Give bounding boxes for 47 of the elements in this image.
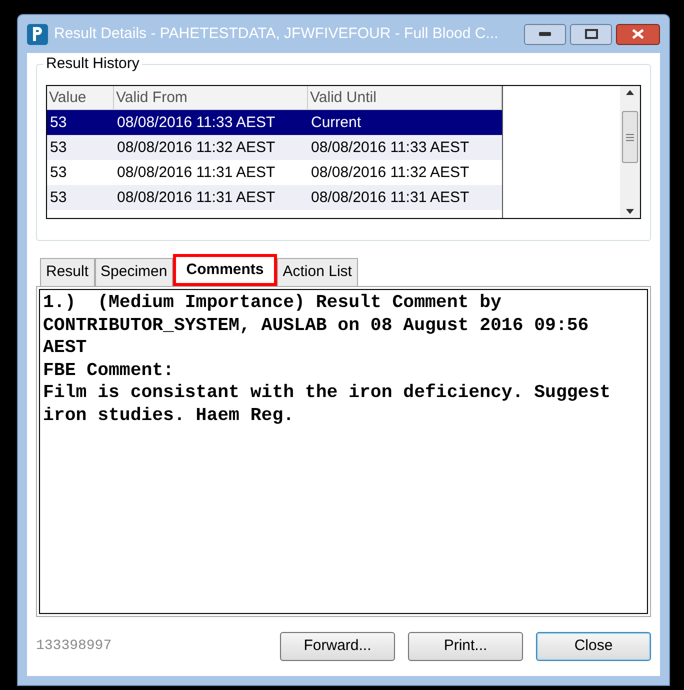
comment-line: FBE Comment: bbox=[43, 360, 175, 382]
comment-line: iron studies. Haem Reg. bbox=[43, 404, 296, 427]
table-cell-text: 08/08/2016 11:31 AEST bbox=[116, 163, 276, 183]
table-row[interactable]: 53 08/08/2016 11:32 AEST 08/08/2016 11:33 AEST bbox=[47, 135, 502, 160]
table-cell-text: 08/08/2016 11:33 AEST bbox=[310, 138, 470, 158]
column-header[interactable]: Value bbox=[47, 86, 114, 109]
window-title: Result Details - PAHETESTDATA, JFWFIVEFOUR - Full Blood C... bbox=[54, 24, 498, 44]
minimize-icon bbox=[539, 32, 551, 36]
maximize-icon bbox=[584, 29, 598, 39]
column-header[interactable]: Valid Until bbox=[308, 86, 502, 109]
close-icon bbox=[632, 29, 644, 39]
dialog-button[interactable]: Print... bbox=[408, 632, 523, 661]
tab[interactable]: Result bbox=[40, 258, 95, 286]
table-cell-text: 53 bbox=[49, 163, 68, 183]
comment-line: 1.) (Medium Importance) Result Comment by bbox=[43, 292, 502, 314]
tab[interactable]: Action List bbox=[276, 258, 358, 286]
table-cell-text: 08/08/2016 11:32 AEST bbox=[310, 163, 470, 183]
scrollbar-thumb[interactable] bbox=[622, 111, 638, 163]
comment-line: AEST bbox=[43, 337, 88, 360]
tab[interactable]: Comments bbox=[173, 254, 277, 286]
comment-line: CONTRIBUTOR_SYSTEM, AUSLAB on 08 August 2016 09:56 bbox=[43, 314, 590, 337]
column-header[interactable]: Valid From bbox=[114, 86, 308, 109]
table-cell-text: 53 bbox=[49, 188, 68, 208]
table-cell-text: 08/08/2016 11:33 AEST bbox=[116, 113, 276, 133]
scroll-up-icon bbox=[626, 90, 634, 95]
minimize-button[interactable] bbox=[524, 24, 566, 44]
comment-line: Film is consistant with the iron deficiency. Suggest bbox=[43, 382, 612, 404]
table-cell-text: 08/08/2016 11:31 AEST bbox=[116, 188, 276, 208]
tab[interactable]: Specimen bbox=[94, 258, 174, 286]
dialog-button[interactable]: Forward... bbox=[280, 632, 395, 661]
record-id: 133398997 bbox=[36, 637, 112, 656]
table-cell-text: 53 bbox=[49, 113, 68, 133]
comments-text-area[interactable]: 1.) (Medium Importance) Result Comment by CONTRIBUTOR_SYSTEM, AUSLAB on 08 August 2016 09:56 AEST FBE Comment: Film is consistant with the iron deficiency. Suggest iron studies. Haem Reg. bbox=[39, 289, 648, 614]
table-cell-text: 08/08/2016 11:31 AEST bbox=[310, 188, 470, 208]
close-window-button[interactable] bbox=[616, 24, 660, 44]
table-row[interactable]: 53 08/08/2016 11:31 AEST 08/08/2016 11:31 AEST bbox=[47, 185, 502, 210]
grip-icon bbox=[626, 134, 634, 140]
table-cell-text: Current bbox=[310, 113, 362, 133]
group-title: Result History bbox=[43, 55, 142, 73]
table-cell-text: 08/08/2016 11:32 AEST bbox=[116, 138, 276, 158]
dialog-button[interactable]: Close bbox=[536, 632, 651, 661]
table-row[interactable]: 53 08/08/2016 11:33 AEST Current bbox=[47, 110, 502, 135]
scroll-down-icon bbox=[626, 209, 634, 214]
table-cell-text: 53 bbox=[49, 138, 68, 158]
app-logo-icon bbox=[27, 24, 48, 44]
maximize-button[interactable] bbox=[570, 24, 612, 44]
vertical-scrollbar[interactable] bbox=[620, 86, 640, 218]
